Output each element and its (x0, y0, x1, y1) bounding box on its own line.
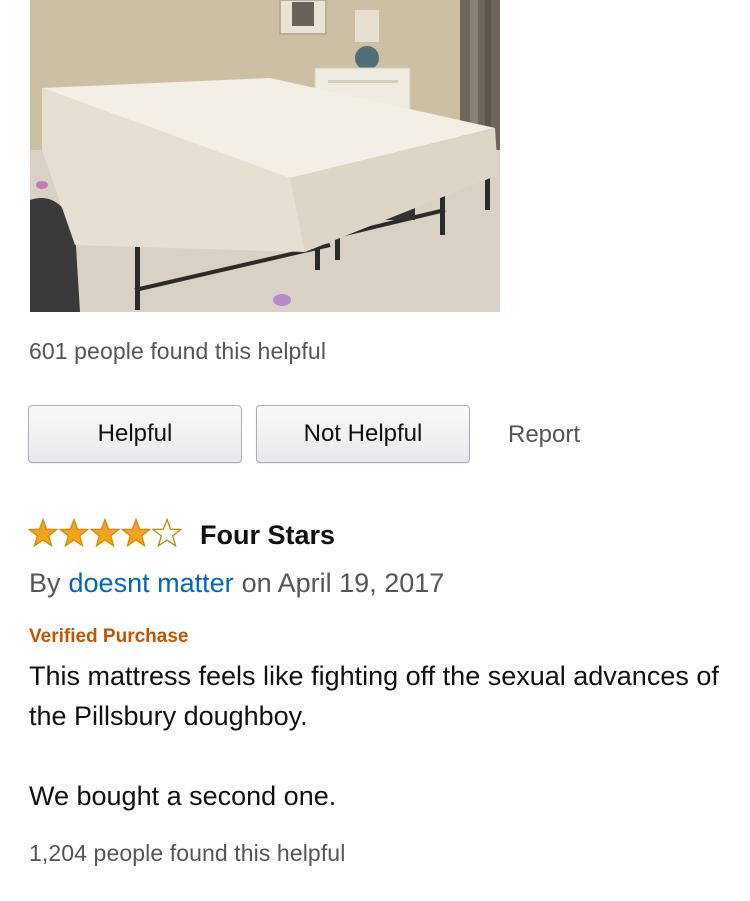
star-filled-icon (89, 518, 121, 548)
review-photo[interactable] (30, 0, 500, 312)
review-text-paragraph: We bought a second one. (29, 781, 337, 811)
helpful-button[interactable]: Helpful (28, 405, 242, 463)
helpful-count: 1,204 people found this helpful (29, 840, 346, 866)
review-title: Four Stars (200, 520, 336, 550)
star-filled-icon (120, 518, 152, 548)
star-empty-icon (151, 518, 183, 548)
by-prefix: By (29, 568, 61, 598)
review-text-paragraph: This mattress feels like fighting off th… (29, 661, 719, 731)
star-filled-icon (58, 518, 90, 548)
author-link[interactable]: doesnt matter (69, 568, 234, 598)
star-rating (28, 518, 183, 548)
review-date: on April 19, 2017 (241, 568, 445, 598)
verified-purchase-badge: Verified Purchase (29, 626, 189, 647)
review-body: This mattress feels like fighting off th… (29, 656, 719, 816)
mattress-photo-icon (30, 0, 500, 312)
report-link[interactable]: Report (508, 421, 580, 449)
helpful-count: 601 people found this helpful (29, 338, 327, 364)
not-helpful-button[interactable]: Not Helpful (256, 405, 470, 463)
review-byline: By doesnt matter on April 19, 2017 (29, 568, 444, 599)
star-filled-icon (28, 518, 59, 548)
